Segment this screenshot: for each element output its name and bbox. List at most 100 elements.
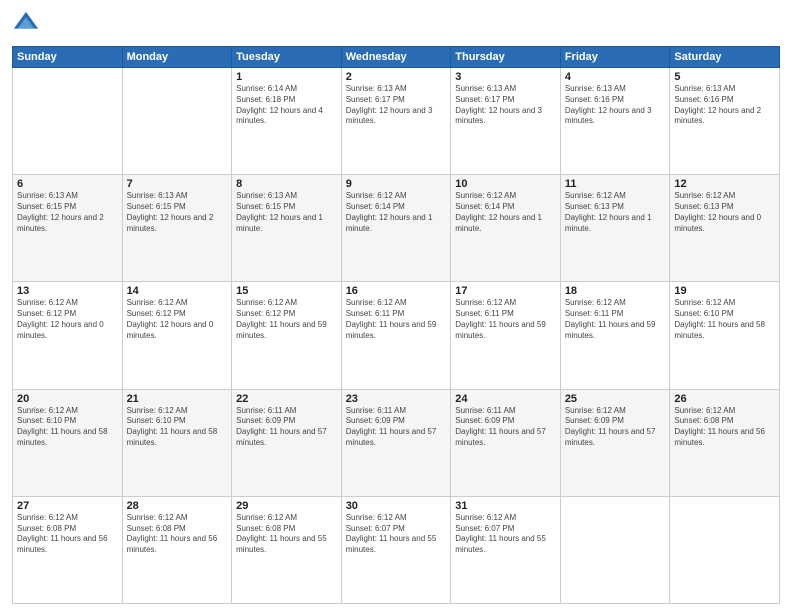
day-number: 27 (17, 500, 118, 512)
calendar-cell: 9Sunrise: 6:12 AMSunset: 6:14 PMDaylight… (341, 175, 451, 282)
weekday-header-sunday: Sunday (13, 47, 123, 68)
weekday-header-friday: Friday (560, 47, 670, 68)
calendar-cell: 21Sunrise: 6:12 AMSunset: 6:10 PMDayligh… (122, 389, 232, 496)
calendar-cell: 22Sunrise: 6:11 AMSunset: 6:09 PMDayligh… (232, 389, 342, 496)
day-info: Sunrise: 6:12 AMSunset: 6:11 PMDaylight:… (565, 298, 666, 341)
calendar-cell (122, 68, 232, 175)
header (12, 10, 780, 40)
calendar-week-row: 27Sunrise: 6:12 AMSunset: 6:08 PMDayligh… (13, 496, 780, 603)
calendar-cell: 19Sunrise: 6:12 AMSunset: 6:10 PMDayligh… (670, 282, 780, 389)
weekday-header-tuesday: Tuesday (232, 47, 342, 68)
calendar-cell: 6Sunrise: 6:13 AMSunset: 6:15 PMDaylight… (13, 175, 123, 282)
day-info: Sunrise: 6:12 AMSunset: 6:11 PMDaylight:… (346, 298, 447, 341)
day-info: Sunrise: 6:12 AMSunset: 6:08 PMDaylight:… (17, 513, 118, 556)
day-info: Sunrise: 6:13 AMSunset: 6:17 PMDaylight:… (346, 84, 447, 127)
day-number: 13 (17, 285, 118, 297)
calendar-week-row: 6Sunrise: 6:13 AMSunset: 6:15 PMDaylight… (13, 175, 780, 282)
calendar-header-row: SundayMondayTuesdayWednesdayThursdayFrid… (13, 47, 780, 68)
page: SundayMondayTuesdayWednesdayThursdayFrid… (0, 0, 792, 612)
day-info: Sunrise: 6:12 AMSunset: 6:14 PMDaylight:… (346, 191, 447, 234)
day-info: Sunrise: 6:12 AMSunset: 6:07 PMDaylight:… (455, 513, 556, 556)
weekday-header-wednesday: Wednesday (341, 47, 451, 68)
calendar-cell: 20Sunrise: 6:12 AMSunset: 6:10 PMDayligh… (13, 389, 123, 496)
day-info: Sunrise: 6:13 AMSunset: 6:15 PMDaylight:… (17, 191, 118, 234)
logo-icon (12, 10, 40, 38)
calendar-table: SundayMondayTuesdayWednesdayThursdayFrid… (12, 46, 780, 604)
day-number: 7 (127, 178, 228, 190)
day-info: Sunrise: 6:13 AMSunset: 6:15 PMDaylight:… (236, 191, 337, 234)
day-number: 17 (455, 285, 556, 297)
calendar-cell (13, 68, 123, 175)
day-info: Sunrise: 6:11 AMSunset: 6:09 PMDaylight:… (236, 406, 337, 449)
day-number: 6 (17, 178, 118, 190)
day-info: Sunrise: 6:12 AMSunset: 6:07 PMDaylight:… (346, 513, 447, 556)
day-number: 5 (674, 71, 775, 83)
day-info: Sunrise: 6:13 AMSunset: 6:16 PMDaylight:… (565, 84, 666, 127)
calendar-cell: 28Sunrise: 6:12 AMSunset: 6:08 PMDayligh… (122, 496, 232, 603)
day-info: Sunrise: 6:12 AMSunset: 6:08 PMDaylight:… (674, 406, 775, 449)
calendar-cell: 11Sunrise: 6:12 AMSunset: 6:13 PMDayligh… (560, 175, 670, 282)
calendar-cell: 17Sunrise: 6:12 AMSunset: 6:11 PMDayligh… (451, 282, 561, 389)
day-number: 9 (346, 178, 447, 190)
calendar-cell (670, 496, 780, 603)
day-info: Sunrise: 6:12 AMSunset: 6:13 PMDaylight:… (565, 191, 666, 234)
day-number: 19 (674, 285, 775, 297)
calendar-cell: 3Sunrise: 6:13 AMSunset: 6:17 PMDaylight… (451, 68, 561, 175)
calendar-cell: 7Sunrise: 6:13 AMSunset: 6:15 PMDaylight… (122, 175, 232, 282)
weekday-header-saturday: Saturday (670, 47, 780, 68)
calendar-cell: 25Sunrise: 6:12 AMSunset: 6:09 PMDayligh… (560, 389, 670, 496)
day-number: 12 (674, 178, 775, 190)
day-number: 30 (346, 500, 447, 512)
calendar-cell: 31Sunrise: 6:12 AMSunset: 6:07 PMDayligh… (451, 496, 561, 603)
day-info: Sunrise: 6:11 AMSunset: 6:09 PMDaylight:… (455, 406, 556, 449)
day-info: Sunrise: 6:13 AMSunset: 6:15 PMDaylight:… (127, 191, 228, 234)
calendar-week-row: 1Sunrise: 6:14 AMSunset: 6:18 PMDaylight… (13, 68, 780, 175)
day-number: 28 (127, 500, 228, 512)
calendar-cell: 18Sunrise: 6:12 AMSunset: 6:11 PMDayligh… (560, 282, 670, 389)
day-number: 29 (236, 500, 337, 512)
calendar-cell: 23Sunrise: 6:11 AMSunset: 6:09 PMDayligh… (341, 389, 451, 496)
calendar-cell: 15Sunrise: 6:12 AMSunset: 6:12 PMDayligh… (232, 282, 342, 389)
day-info: Sunrise: 6:12 AMSunset: 6:12 PMDaylight:… (127, 298, 228, 341)
weekday-header-thursday: Thursday (451, 47, 561, 68)
day-number: 26 (674, 393, 775, 405)
calendar-week-row: 20Sunrise: 6:12 AMSunset: 6:10 PMDayligh… (13, 389, 780, 496)
weekday-header-monday: Monday (122, 47, 232, 68)
calendar-cell: 30Sunrise: 6:12 AMSunset: 6:07 PMDayligh… (341, 496, 451, 603)
calendar-week-row: 13Sunrise: 6:12 AMSunset: 6:12 PMDayligh… (13, 282, 780, 389)
day-number: 18 (565, 285, 666, 297)
day-number: 24 (455, 393, 556, 405)
day-info: Sunrise: 6:11 AMSunset: 6:09 PMDaylight:… (346, 406, 447, 449)
day-info: Sunrise: 6:12 AMSunset: 6:13 PMDaylight:… (674, 191, 775, 234)
calendar-cell: 4Sunrise: 6:13 AMSunset: 6:16 PMDaylight… (560, 68, 670, 175)
day-info: Sunrise: 6:12 AMSunset: 6:10 PMDaylight:… (17, 406, 118, 449)
calendar-cell: 29Sunrise: 6:12 AMSunset: 6:08 PMDayligh… (232, 496, 342, 603)
day-info: Sunrise: 6:12 AMSunset: 6:11 PMDaylight:… (455, 298, 556, 341)
day-number: 20 (17, 393, 118, 405)
calendar-cell: 5Sunrise: 6:13 AMSunset: 6:16 PMDaylight… (670, 68, 780, 175)
calendar-cell (560, 496, 670, 603)
day-number: 10 (455, 178, 556, 190)
day-number: 16 (346, 285, 447, 297)
day-number: 25 (565, 393, 666, 405)
day-info: Sunrise: 6:12 AMSunset: 6:08 PMDaylight:… (127, 513, 228, 556)
day-info: Sunrise: 6:12 AMSunset: 6:12 PMDaylight:… (17, 298, 118, 341)
calendar-cell: 12Sunrise: 6:12 AMSunset: 6:13 PMDayligh… (670, 175, 780, 282)
day-number: 8 (236, 178, 337, 190)
calendar-cell: 26Sunrise: 6:12 AMSunset: 6:08 PMDayligh… (670, 389, 780, 496)
day-number: 11 (565, 178, 666, 190)
calendar-cell: 2Sunrise: 6:13 AMSunset: 6:17 PMDaylight… (341, 68, 451, 175)
day-number: 14 (127, 285, 228, 297)
day-number: 31 (455, 500, 556, 512)
day-info: Sunrise: 6:12 AMSunset: 6:09 PMDaylight:… (565, 406, 666, 449)
day-number: 23 (346, 393, 447, 405)
calendar-cell: 10Sunrise: 6:12 AMSunset: 6:14 PMDayligh… (451, 175, 561, 282)
day-info: Sunrise: 6:12 AMSunset: 6:08 PMDaylight:… (236, 513, 337, 556)
calendar-cell: 1Sunrise: 6:14 AMSunset: 6:18 PMDaylight… (232, 68, 342, 175)
day-number: 3 (455, 71, 556, 83)
day-number: 1 (236, 71, 337, 83)
day-info: Sunrise: 6:12 AMSunset: 6:10 PMDaylight:… (127, 406, 228, 449)
calendar-cell: 24Sunrise: 6:11 AMSunset: 6:09 PMDayligh… (451, 389, 561, 496)
day-info: Sunrise: 6:12 AMSunset: 6:10 PMDaylight:… (674, 298, 775, 341)
day-info: Sunrise: 6:13 AMSunset: 6:16 PMDaylight:… (674, 84, 775, 127)
